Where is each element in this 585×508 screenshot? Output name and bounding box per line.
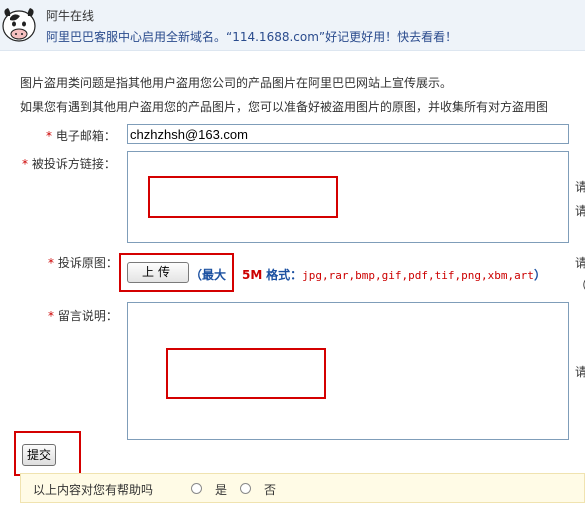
format-close: ） bbox=[533, 268, 546, 282]
message-label: * 留言说明： bbox=[48, 307, 118, 324]
banner-message-link[interactable]: 阿里巴巴客服中心启用全新域名。“114.1688.com”好记更好用！快去看看！ bbox=[46, 28, 457, 45]
format-label: 格式： bbox=[266, 268, 303, 282]
required-mark: * bbox=[48, 256, 54, 270]
highlight-box-link bbox=[148, 176, 338, 218]
format-detail: 5M 格式：jpg,rar,bmp,gif,pdf,tif,png,xbm,ar… bbox=[242, 266, 546, 283]
required-mark: * bbox=[48, 309, 54, 323]
radio-yes-label: 是 bbox=[215, 483, 228, 497]
side-hint: 请 bbox=[575, 204, 585, 218]
complained-link-label: * 被投诉方链接： bbox=[22, 155, 116, 172]
required-mark: * bbox=[22, 157, 28, 171]
intro-line-2: 如果您有遇到其他用户盗用您的产品图片，您可以准备好被盗用图片的原图，并收集所有对… bbox=[20, 100, 549, 114]
format-size: 5M bbox=[242, 268, 263, 282]
format-list: jpg,rar,bmp,gif,pdf,tif,png,xbm,art bbox=[302, 269, 534, 282]
highlight-box-message bbox=[166, 348, 326, 399]
radio-no-label: 否 bbox=[264, 483, 277, 497]
original-image-label: * 投诉原图： bbox=[48, 254, 118, 271]
email-field[interactable]: chzhzhsh@163.com bbox=[127, 124, 569, 144]
format-max: 最大 bbox=[202, 268, 227, 282]
notification-banner: 阿牛在线 阿里巴巴客服中心启用全新域名。“114.1688.com”好记更好用！… bbox=[0, 0, 585, 51]
upload-button[interactable]: 上传 bbox=[127, 262, 189, 283]
format-hint: （最大 bbox=[190, 266, 226, 283]
email-label: * 电子邮箱： bbox=[46, 127, 116, 144]
radio-yes[interactable] bbox=[191, 483, 202, 494]
side-hint-paren: （ bbox=[575, 276, 585, 293]
side-hint: 请 bbox=[575, 180, 585, 194]
intro-line-1: 图片盗用类问题是指其他用户盗用您公司的产品图片在阿里巴巴网站上宣传展示。 bbox=[20, 76, 453, 90]
format-open: （ bbox=[190, 268, 203, 282]
cow-mascot-icon bbox=[2, 8, 36, 42]
message-label-text: 留言说明： bbox=[57, 309, 118, 323]
original-image-label-text: 投诉原图： bbox=[57, 256, 118, 270]
side-hint: 请 bbox=[575, 256, 585, 270]
side-hint: 请 bbox=[575, 365, 585, 379]
helpful-question: 以上内容对您有帮助吗 bbox=[33, 483, 154, 497]
banner-title: 阿牛在线 bbox=[46, 9, 95, 23]
submit-button[interactable]: 提交 bbox=[22, 444, 56, 466]
helpful-feedback-bar: 以上内容对您有帮助吗 是 否 bbox=[20, 473, 585, 503]
required-mark: * bbox=[46, 129, 52, 143]
complained-link-label-text: 被投诉方链接： bbox=[31, 157, 116, 171]
email-label-text: 电子邮箱： bbox=[55, 129, 116, 143]
radio-no[interactable] bbox=[240, 483, 251, 494]
